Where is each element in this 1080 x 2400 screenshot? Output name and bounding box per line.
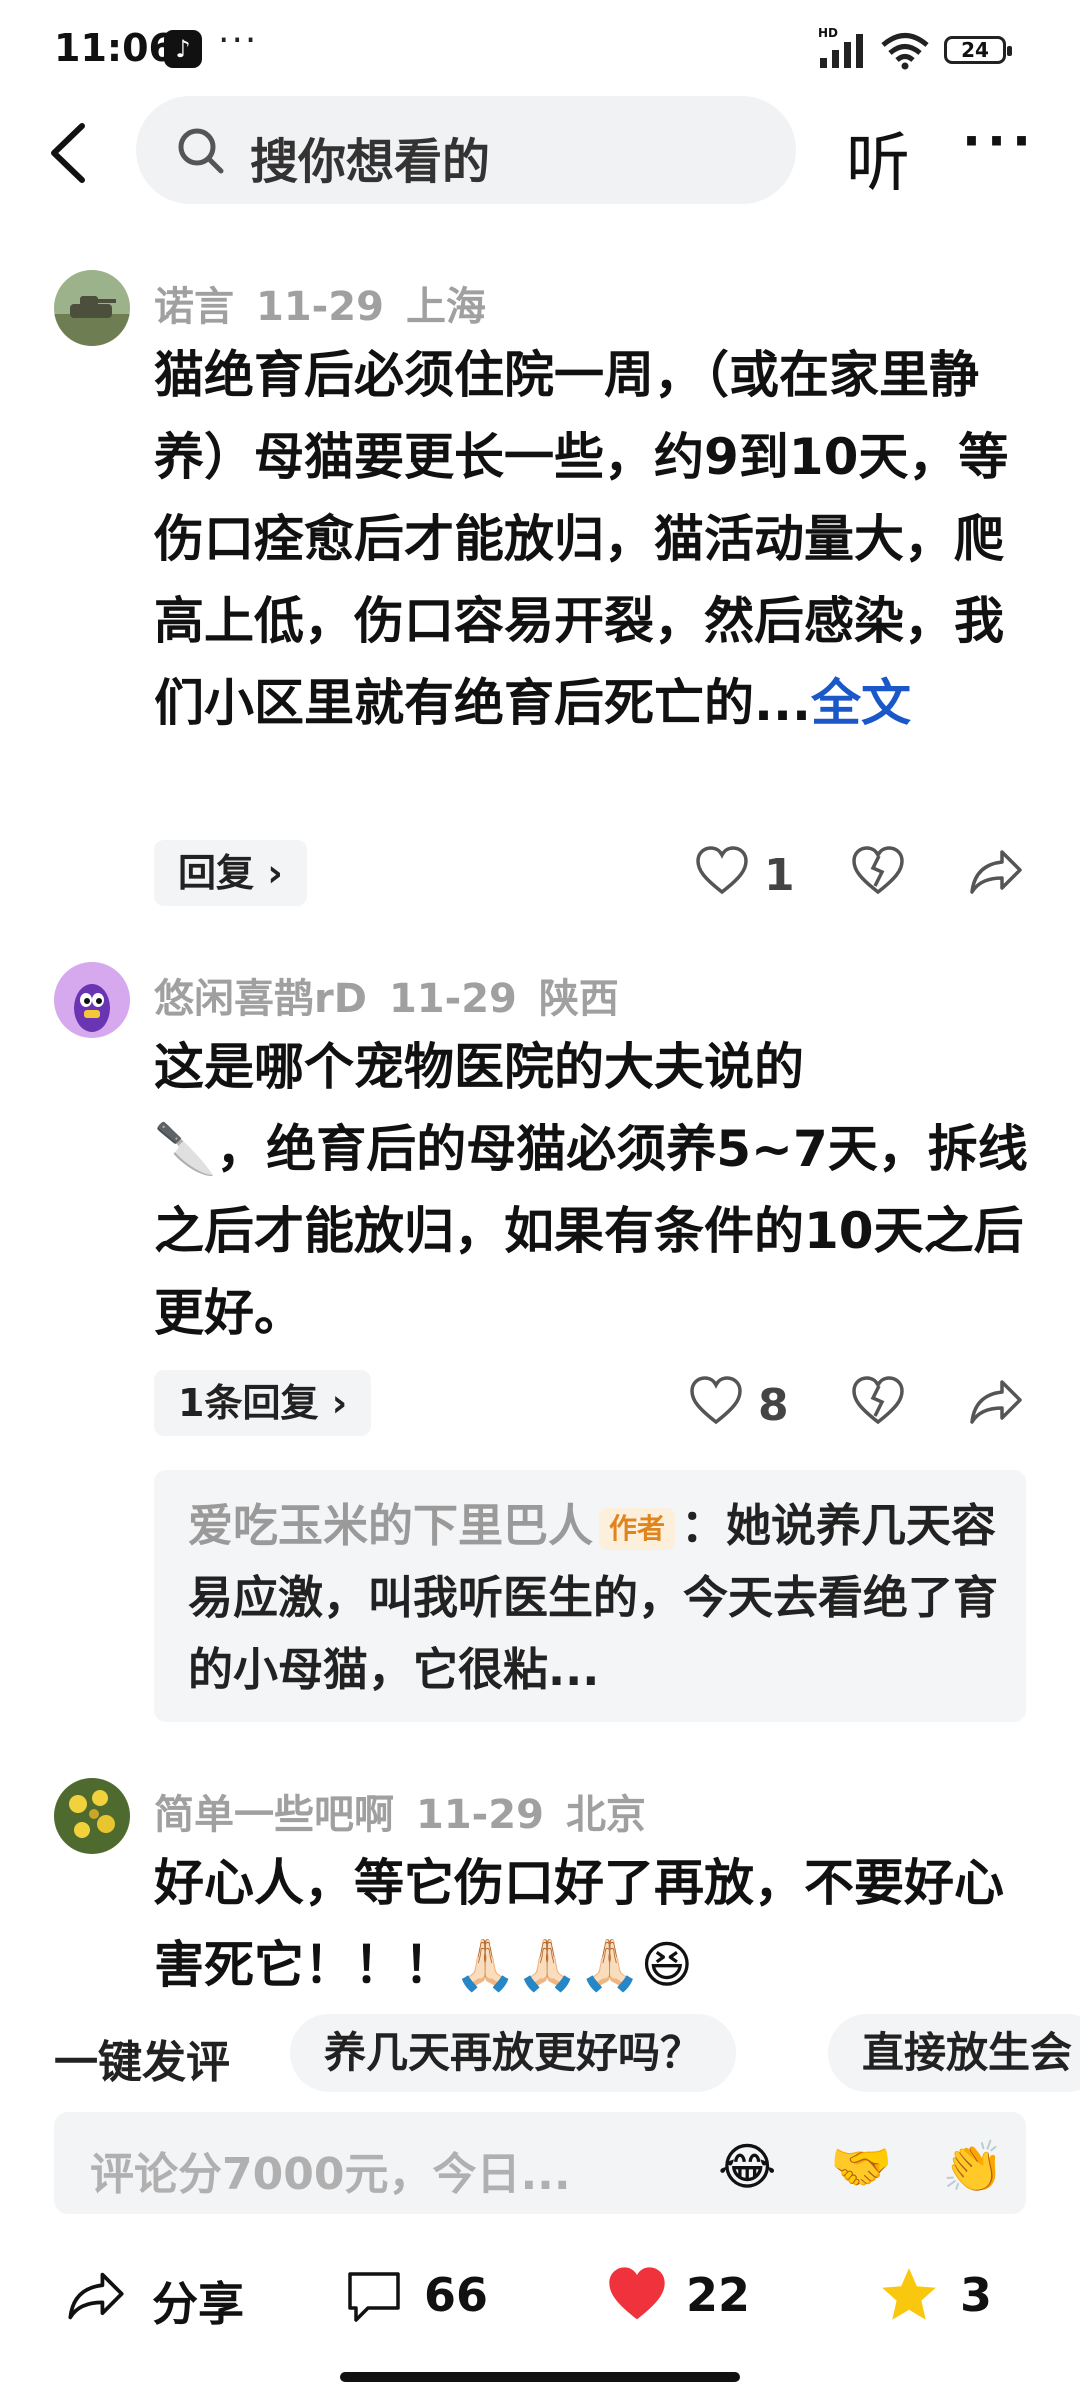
comment-meta: 诺言 11-29 上海 [154, 274, 508, 332]
comment-input-placeholder: 评论分7000元，今日... [90, 2149, 571, 2200]
comment-body-rest: ，绝育后的母猫必须养5~7天，拆线之后才能放归，如果有条件的10天之后更好。 [154, 1120, 1028, 1342]
comment-date: 11-29 [416, 1792, 544, 1838]
share-icon[interactable] [968, 844, 1024, 900]
handshake-emoji-icon[interactable]: 🤝 [830, 2138, 892, 2197]
tiktok-icon: ♪ [164, 30, 202, 68]
status-more-icon: ··· [218, 20, 259, 61]
search-icon [178, 128, 224, 174]
knife-emoji-icon: 🔪 [154, 1120, 217, 1178]
dislike-icon[interactable] [850, 1374, 906, 1430]
comment-date: 11-29 [388, 976, 517, 1022]
comment-meta: 悠闲喜鹊rD 11-29 陕西 [154, 966, 641, 1024]
comment-location: 上海 [405, 284, 486, 330]
star-filled-icon [882, 2268, 936, 2320]
favorite-button[interactable]: 3 [878, 2260, 1028, 2330]
share-label: 分享 [152, 2277, 244, 2331]
comments-button[interactable]: 66 [344, 2260, 524, 2330]
quick-comment-chip[interactable]: 直接放生会 [828, 2014, 1080, 2092]
full-text-link[interactable]: 全文 [811, 674, 911, 732]
like-icon[interactable] [694, 844, 750, 900]
comment-location: 陕西 [538, 976, 619, 1022]
comments-count: 66 [424, 2268, 489, 2322]
sub-reply-author[interactable]: 爱吃玉米的下里巴人 [188, 1499, 593, 1552]
battery-icon: 24 [944, 36, 1012, 64]
view-replies-button[interactable]: 1条回复 › [154, 1370, 372, 1436]
more-options-button[interactable]: ··· [962, 112, 1037, 170]
listen-button[interactable]: 听 [846, 112, 910, 204]
avatar[interactable] [54, 270, 130, 346]
comment-body-line1: 这是哪个宠物医院的大夫说的 [154, 1038, 804, 1096]
quick-comment-row: 一键发评 养几天再放更好吗？ 直接放生会 [0, 2014, 1080, 2094]
sub-reply-preview[interactable]: 爱吃玉米的下里巴人 作者 ：她说养几天容易应激，叫我听医生的，今天去看绝了育的小母猫… [154, 1470, 1026, 1722]
reply-button[interactable]: 回复 › [154, 840, 307, 906]
share-button[interactable]: 分享 [66, 2260, 266, 2331]
share-icon [68, 2272, 124, 2320]
top-bar: 搜你想看的 听 ··· [0, 96, 1080, 212]
status-bar: 11:06 ♪ ··· HD 24 [0, 0, 1080, 100]
like-count: 1 [764, 850, 795, 901]
home-indicator[interactable] [340, 2372, 740, 2382]
comment-username[interactable]: 诺言 [154, 284, 234, 330]
quick-comment-chip[interactable]: 养几天再放更好吗？ [290, 2014, 737, 2092]
sub-reply-text: 爱吃玉米的下里巴人 作者 ：她说养几天容易应激，叫我听医生的，今天去看绝了育的小母猫… [188, 1490, 998, 1706]
flower-avatar-icon [54, 1778, 130, 1854]
heart-filled-icon [609, 2267, 665, 2320]
bottom-action-bar: 分享 66 22 3 [0, 2240, 1080, 2350]
comment-username[interactable]: 简单一些吧啊 [154, 1792, 394, 1838]
quick-comment-label: 一键发评 [54, 2037, 230, 2088]
like-icon[interactable] [688, 1374, 744, 1430]
favorites-count: 3 [960, 2268, 993, 2322]
comment-meta: 简单一些吧啊 11-29 北京 [154, 1782, 668, 1840]
clap-emoji-icon[interactable]: 👏 [942, 2138, 1004, 2197]
tank-avatar-icon [54, 270, 130, 346]
comment-location: 北京 [565, 1792, 646, 1838]
avatar[interactable] [54, 1778, 130, 1854]
laugh-cry-emoji-icon[interactable]: 😂 [718, 2138, 776, 2196]
comment-username[interactable]: 悠闲喜鹊rD [154, 976, 367, 1022]
cartoon-avatar-icon [54, 962, 130, 1038]
like-count: 8 [758, 1380, 789, 1431]
comment-input[interactable]: 评论分7000元，今日... 😂 🤝 👏 [54, 2112, 1026, 2214]
comment-text: 这是哪个宠物医院的大夫说的 🔪，绝育后的母猫必须养5~7天，拆线之后才能放归，如果… [154, 1026, 1034, 1354]
status-time: 11:06 [54, 26, 175, 70]
comment-text: 猫绝育后必须住院一周，（或在家里静养）母猫要更长一些，约9到10天，等伤口痊愈后… [154, 334, 1034, 744]
signal-icon [820, 34, 863, 68]
wifi-icon [881, 33, 929, 70]
search-input[interactable]: 搜你想看的 [136, 96, 796, 204]
comment-text: 好心人，等它伤口好了再放，不要好心害死它！！！🙏🏻🙏🏻🙏🏻😆 [154, 1842, 1034, 2006]
back-icon[interactable] [40, 118, 100, 188]
avatar[interactable] [54, 962, 130, 1038]
dislike-icon[interactable] [850, 844, 906, 900]
like-button[interactable]: 22 [604, 2260, 784, 2330]
search-placeholder: 搜你想看的 [250, 134, 491, 190]
likes-count: 22 [686, 2268, 751, 2322]
share-icon[interactable] [968, 1374, 1024, 1430]
prayer-emoji-icon: 🙏🏻🙏🏻🙏🏻😆 [454, 1936, 693, 1994]
author-badge: 作者 [599, 1508, 676, 1550]
comment-date: 11-29 [256, 284, 384, 330]
comment-icon [348, 2272, 400, 2322]
